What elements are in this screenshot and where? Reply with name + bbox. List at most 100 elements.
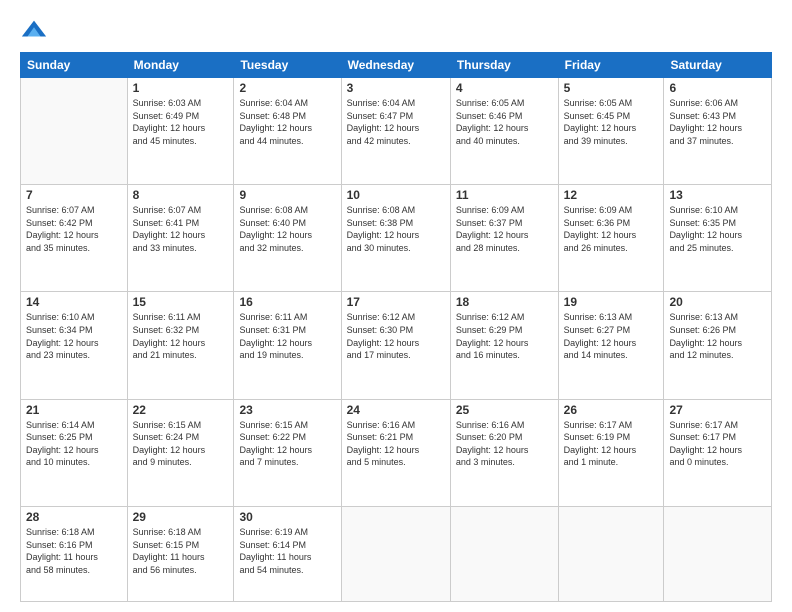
- calendar-table: Sunday Monday Tuesday Wednesday Thursday…: [20, 52, 772, 602]
- day-info: Sunrise: 6:15 AM Sunset: 6:24 PM Dayligh…: [133, 419, 229, 469]
- header-sunday: Sunday: [21, 53, 128, 78]
- day-number: 1: [133, 81, 229, 95]
- day-number: 16: [239, 295, 335, 309]
- day-info: Sunrise: 6:18 AM Sunset: 6:15 PM Dayligh…: [133, 526, 229, 576]
- day-cell: [450, 506, 558, 601]
- day-info: Sunrise: 6:16 AM Sunset: 6:21 PM Dayligh…: [347, 419, 445, 469]
- week-row-2: 7 Sunrise: 6:07 AM Sunset: 6:42 PM Daylig…: [21, 185, 772, 292]
- day-info: Sunrise: 6:12 AM Sunset: 6:30 PM Dayligh…: [347, 311, 445, 361]
- header-wednesday: Wednesday: [341, 53, 450, 78]
- day-number: 6: [669, 81, 766, 95]
- day-info: Sunrise: 6:17 AM Sunset: 6:19 PM Dayligh…: [564, 419, 659, 469]
- day-info: Sunrise: 6:11 AM Sunset: 6:32 PM Dayligh…: [133, 311, 229, 361]
- day-cell: 21Sunrise: 6:14 AM Sunset: 6:25 PM Dayli…: [21, 399, 128, 506]
- day-info: Sunrise: 6:09 AM Sunset: 6:37 PM Dayligh…: [456, 204, 553, 254]
- week-row-4: 21Sunrise: 6:14 AM Sunset: 6:25 PM Dayli…: [21, 399, 772, 506]
- day-cell: 14 Sunrise: 6:10 AM Sunset: 6:34 PM Dayli…: [21, 292, 128, 399]
- day-number: 7: [26, 188, 122, 202]
- day-info: Sunrise: 6:07 AM Sunset: 6:41 PM Dayligh…: [133, 204, 229, 254]
- day-number: 18: [456, 295, 553, 309]
- weekday-header-row: Sunday Monday Tuesday Wednesday Thursday…: [21, 53, 772, 78]
- day-number: 10: [347, 188, 445, 202]
- day-cell: 24 Sunrise: 6:16 AM Sunset: 6:21 PM Dayli…: [341, 399, 450, 506]
- day-number: 13: [669, 188, 766, 202]
- day-cell: 16 Sunrise: 6:11 AM Sunset: 6:31 PM Dayli…: [234, 292, 341, 399]
- day-number: 21: [26, 403, 122, 417]
- day-number: 9: [239, 188, 335, 202]
- day-number: 11: [456, 188, 553, 202]
- day-info: Sunrise: 6:10 AM Sunset: 6:34 PM Dayligh…: [26, 311, 122, 361]
- day-cell: 29 Sunrise: 6:18 AM Sunset: 6:15 PM Dayli…: [127, 506, 234, 601]
- day-cell: 20 Sunrise: 6:13 AM Sunset: 6:26 PM Dayli…: [664, 292, 772, 399]
- header-tuesday: Tuesday: [234, 53, 341, 78]
- week-row-3: 14 Sunrise: 6:10 AM Sunset: 6:34 PM Dayli…: [21, 292, 772, 399]
- day-number: 24: [347, 403, 445, 417]
- day-number: 4: [456, 81, 553, 95]
- day-number: 29: [133, 510, 229, 524]
- day-info: Sunrise: 6:12 AM Sunset: 6:29 PM Dayligh…: [456, 311, 553, 361]
- day-number: 23: [239, 403, 335, 417]
- day-info: Sunrise: 6:10 AM Sunset: 6:35 PM Dayligh…: [669, 204, 766, 254]
- day-number: 2: [239, 81, 335, 95]
- day-number: 3: [347, 81, 445, 95]
- day-cell: [558, 506, 664, 601]
- day-info: Sunrise: 6:05 AM Sunset: 6:46 PM Dayligh…: [456, 97, 553, 147]
- day-cell: 1 Sunrise: 6:03 AM Sunset: 6:49 PM Daylig…: [127, 78, 234, 185]
- day-info: Sunrise: 6:11 AM Sunset: 6:31 PM Dayligh…: [239, 311, 335, 361]
- day-info: Sunrise: 6:16 AM Sunset: 6:20 PM Dayligh…: [456, 419, 553, 469]
- day-info: Sunrise: 6:08 AM Sunset: 6:40 PM Dayligh…: [239, 204, 335, 254]
- day-cell: 5Sunrise: 6:05 AM Sunset: 6:45 PM Daylig…: [558, 78, 664, 185]
- day-cell: 9 Sunrise: 6:08 AM Sunset: 6:40 PM Daylig…: [234, 185, 341, 292]
- day-cell: 30 Sunrise: 6:19 AM Sunset: 6:14 PM Dayli…: [234, 506, 341, 601]
- header: [20, 16, 772, 44]
- header-saturday: Saturday: [664, 53, 772, 78]
- day-info: Sunrise: 6:04 AM Sunset: 6:48 PM Dayligh…: [239, 97, 335, 147]
- day-info: Sunrise: 6:06 AM Sunset: 6:43 PM Dayligh…: [669, 97, 766, 147]
- day-info: Sunrise: 6:07 AM Sunset: 6:42 PM Dayligh…: [26, 204, 122, 254]
- day-cell: 28 Sunrise: 6:18 AM Sunset: 6:16 PM Dayli…: [21, 506, 128, 601]
- day-info: Sunrise: 6:15 AM Sunset: 6:22 PM Dayligh…: [239, 419, 335, 469]
- day-number: 28: [26, 510, 122, 524]
- page: Sunday Monday Tuesday Wednesday Thursday…: [0, 0, 792, 612]
- day-cell: 3 Sunrise: 6:04 AM Sunset: 6:47 PM Daylig…: [341, 78, 450, 185]
- day-cell: 18 Sunrise: 6:12 AM Sunset: 6:29 PM Dayli…: [450, 292, 558, 399]
- day-number: 22: [133, 403, 229, 417]
- day-cell: 23 Sunrise: 6:15 AM Sunset: 6:22 PM Dayli…: [234, 399, 341, 506]
- day-info: Sunrise: 6:03 AM Sunset: 6:49 PM Dayligh…: [133, 97, 229, 147]
- day-cell: 4 Sunrise: 6:05 AM Sunset: 6:46 PM Daylig…: [450, 78, 558, 185]
- day-number: 20: [669, 295, 766, 309]
- day-cell: 6 Sunrise: 6:06 AM Sunset: 6:43 PM Daylig…: [664, 78, 772, 185]
- day-number: 5: [564, 81, 659, 95]
- day-cell: 11 Sunrise: 6:09 AM Sunset: 6:37 PM Dayli…: [450, 185, 558, 292]
- day-number: 26: [564, 403, 659, 417]
- day-cell: 8 Sunrise: 6:07 AM Sunset: 6:41 PM Daylig…: [127, 185, 234, 292]
- day-number: 30: [239, 510, 335, 524]
- day-cell: 26 Sunrise: 6:17 AM Sunset: 6:19 PM Dayli…: [558, 399, 664, 506]
- day-cell: 7 Sunrise: 6:07 AM Sunset: 6:42 PM Daylig…: [21, 185, 128, 292]
- day-info: Sunrise: 6:19 AM Sunset: 6:14 PM Dayligh…: [239, 526, 335, 576]
- day-info: Sunrise: 6:04 AM Sunset: 6:47 PM Dayligh…: [347, 97, 445, 147]
- header-thursday: Thursday: [450, 53, 558, 78]
- logo-icon: [20, 16, 48, 44]
- day-number: 12: [564, 188, 659, 202]
- day-cell: 13 Sunrise: 6:10 AM Sunset: 6:35 PM Dayli…: [664, 185, 772, 292]
- day-number: 17: [347, 295, 445, 309]
- day-cell: 19Sunrise: 6:13 AM Sunset: 6:27 PM Dayli…: [558, 292, 664, 399]
- day-cell: 27Sunrise: 6:17 AM Sunset: 6:17 PM Dayli…: [664, 399, 772, 506]
- day-cell: [664, 506, 772, 601]
- day-info: Sunrise: 6:18 AM Sunset: 6:16 PM Dayligh…: [26, 526, 122, 576]
- logo: [20, 16, 52, 44]
- day-cell: 12Sunrise: 6:09 AM Sunset: 6:36 PM Dayli…: [558, 185, 664, 292]
- day-number: 8: [133, 188, 229, 202]
- day-cell: 15 Sunrise: 6:11 AM Sunset: 6:32 PM Dayli…: [127, 292, 234, 399]
- day-number: 14: [26, 295, 122, 309]
- day-cell: 25Sunrise: 6:16 AM Sunset: 6:20 PM Dayli…: [450, 399, 558, 506]
- week-row-5: 28 Sunrise: 6:18 AM Sunset: 6:16 PM Dayli…: [21, 506, 772, 601]
- day-cell: [341, 506, 450, 601]
- day-cell: [21, 78, 128, 185]
- day-info: Sunrise: 6:13 AM Sunset: 6:26 PM Dayligh…: [669, 311, 766, 361]
- day-cell: 2 Sunrise: 6:04 AM Sunset: 6:48 PM Daylig…: [234, 78, 341, 185]
- day-info: Sunrise: 6:17 AM Sunset: 6:17 PM Dayligh…: [669, 419, 766, 469]
- day-number: 19: [564, 295, 659, 309]
- day-number: 15: [133, 295, 229, 309]
